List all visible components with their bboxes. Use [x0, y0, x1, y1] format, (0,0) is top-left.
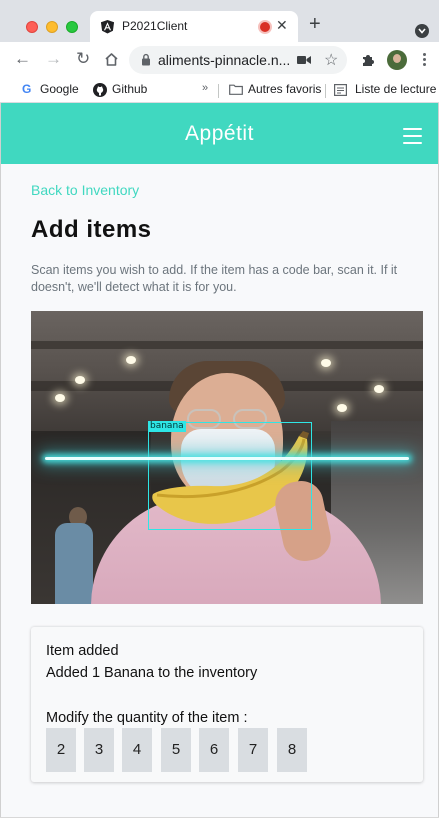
bookmark-other-favorites[interactable]: Autres favoris	[248, 82, 321, 96]
reload-icon[interactable]: ↻	[76, 50, 90, 68]
quantity-button[interactable]: 8	[277, 728, 307, 772]
close-icon[interactable]: ✕	[276, 17, 288, 34]
home-icon[interactable]	[104, 52, 119, 67]
quantity-button[interactable]: 5	[161, 728, 191, 772]
tab-bar: P2021Client ✕ +	[0, 0, 439, 42]
scan-line	[45, 457, 409, 460]
detection-label: banana	[148, 421, 186, 432]
app-header: Appétit	[0, 103, 439, 164]
bookmark-github[interactable]: Github	[112, 82, 147, 96]
browser-chrome: P2021Client ✕ + ← → ↻ aliments-pinnacle.…	[0, 0, 439, 103]
quantity-button[interactable]: 7	[238, 728, 268, 772]
recording-icon	[260, 22, 270, 32]
modify-quantity-label: Modify the quantity of the item :	[46, 710, 248, 726]
tab-search-icon[interactable]	[415, 24, 429, 38]
avatar[interactable]	[387, 50, 407, 70]
bookmarks-overflow[interactable]: »	[202, 82, 208, 94]
bookmarks-bar: G Google Github » Autres favoris Liste d…	[0, 78, 439, 102]
window-zoom-button[interactable]	[66, 21, 78, 33]
quantity-button[interactable]: 6	[199, 728, 229, 772]
bookmark-google[interactable]: Google	[40, 82, 79, 96]
lock-icon	[142, 53, 150, 66]
bookmark-reading-list[interactable]: Liste de lecture	[355, 82, 436, 96]
card-title: Item added	[46, 643, 119, 659]
back-to-inventory-link[interactable]: Back to Inventory	[31, 182, 139, 198]
back-icon[interactable]: ←	[14, 50, 31, 68]
page-title: Add items	[31, 216, 152, 243]
divider	[218, 84, 219, 98]
brand-logo[interactable]: Appétit	[0, 122, 439, 146]
kebab-menu-icon[interactable]	[423, 53, 427, 68]
tab-title: P2021Client	[122, 19, 188, 33]
extensions-icon[interactable]	[361, 53, 375, 67]
star-icon[interactable]: ☆	[324, 50, 338, 70]
window-close-button[interactable]	[26, 21, 38, 33]
reading-list-icon	[334, 84, 347, 96]
new-tab-icon[interactable]: +	[309, 14, 321, 34]
quantity-button[interactable]: 3	[84, 728, 114, 772]
hamburger-menu-icon[interactable]	[403, 128, 422, 149]
camera-icon[interactable]	[297, 55, 311, 65]
camera-feed: banana	[31, 311, 423, 604]
quantity-button[interactable]: 2	[46, 728, 76, 772]
browser-toolbar: ← → ↻ aliments-pinnacle.n... ☆	[0, 42, 439, 78]
address-bar[interactable]: aliments-pinnacle.n... ☆	[129, 46, 347, 74]
app-page: Appétit Back to Inventory Add items Scan…	[0, 103, 439, 818]
detection-box	[148, 422, 312, 530]
angular-favicon-icon	[100, 19, 115, 34]
github-icon	[93, 83, 107, 97]
window-edge	[0, 103, 1, 818]
quantity-button[interactable]: 4	[122, 728, 152, 772]
google-icon: G	[22, 82, 32, 96]
divider	[325, 84, 326, 98]
item-added-card: Item added Added 1 Banana to the invento…	[31, 627, 423, 782]
window-minimize-button[interactable]	[46, 21, 58, 33]
folder-icon	[229, 84, 243, 95]
browser-tab[interactable]: P2021Client ✕	[90, 11, 298, 42]
page-description: Scan items you wish to add. If the item …	[31, 263, 398, 294]
url-text: aliments-pinnacle.n...	[158, 52, 291, 68]
forward-icon[interactable]: →	[45, 50, 62, 68]
card-message: Added 1 Banana to the inventory	[46, 665, 258, 681]
